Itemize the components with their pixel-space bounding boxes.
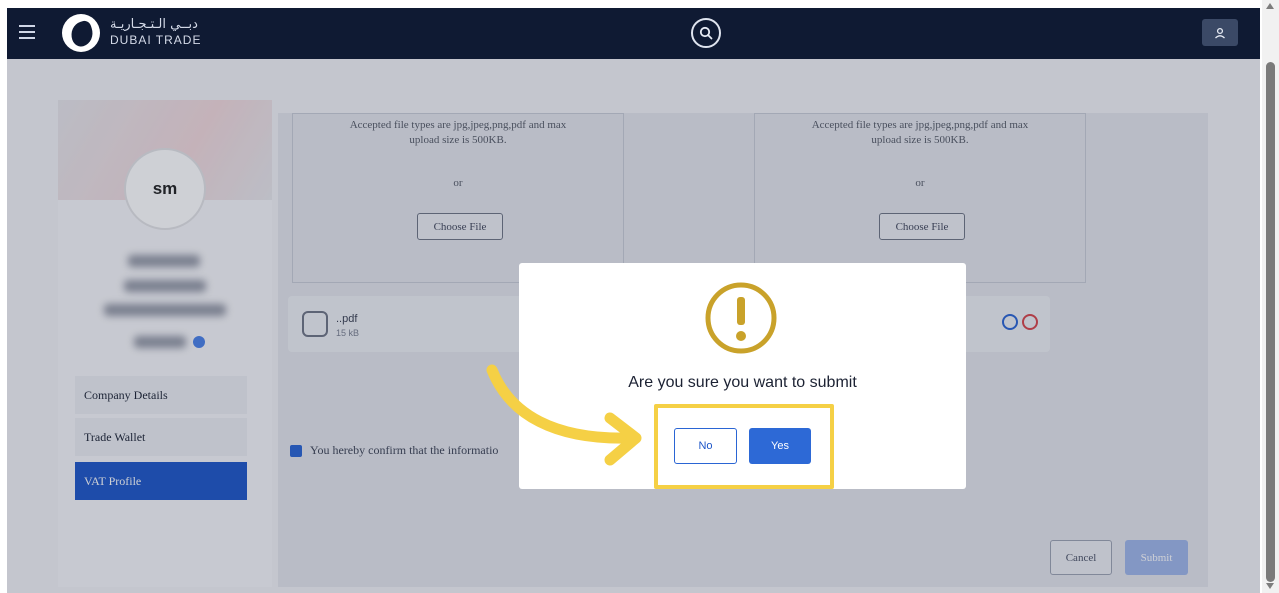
search-icon	[699, 26, 713, 40]
scroll-down-arrow-icon[interactable]	[1266, 583, 1274, 589]
logo-arabic-text: دبــي الـتـجـاريـة	[110, 17, 198, 32]
curved-arrow-icon	[486, 364, 642, 466]
alert-circle-icon	[705, 282, 777, 354]
scroll-thumb[interactable]	[1266, 62, 1275, 582]
scrollbar[interactable]	[1262, 0, 1279, 593]
search-button[interactable]	[691, 18, 721, 48]
logo-english-text: DUBAI TRADE	[110, 33, 202, 47]
viewport: sm Company Details Trade Wallet VAT Prof…	[0, 0, 1279, 593]
scroll-up-arrow-icon[interactable]	[1266, 3, 1274, 9]
user-icon	[1215, 27, 1225, 38]
user-menu-button[interactable]	[1202, 19, 1238, 46]
hamburger-icon[interactable]	[19, 25, 35, 39]
dubai-trade-logo-icon[interactable]	[62, 14, 100, 52]
highlight-box	[654, 404, 834, 489]
top-bar: دبــي الـتـجـاريـة DUBAI TRADE	[7, 8, 1260, 59]
